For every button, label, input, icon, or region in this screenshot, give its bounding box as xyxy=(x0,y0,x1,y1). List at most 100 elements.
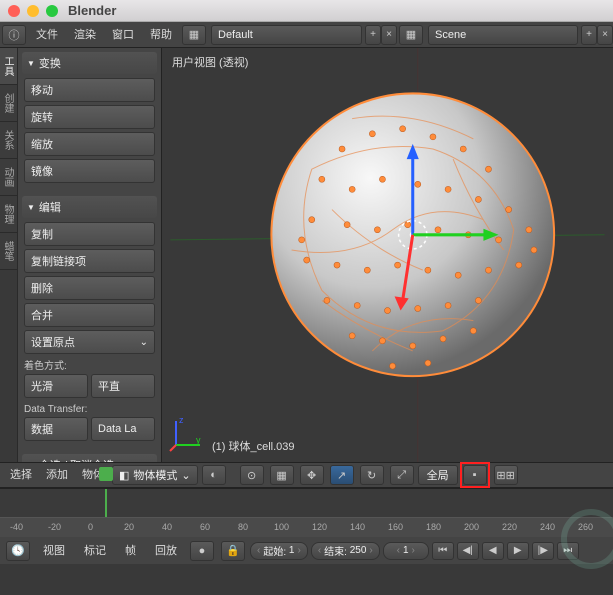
keyframe-next-button[interactable]: |▶ xyxy=(532,542,554,560)
orientation-selector[interactable]: 全局 xyxy=(418,465,458,485)
start-frame-field[interactable]: 起始: 1 xyxy=(250,542,308,560)
tab-grease[interactable]: 蜡笔 xyxy=(0,233,17,270)
cube-icon: ◧ xyxy=(119,469,129,482)
tab-create[interactable]: 创建 xyxy=(0,85,17,122)
menu-help[interactable]: 帮助 xyxy=(142,22,180,48)
tick: 160 xyxy=(388,522,403,532)
highlighted-layer-button: ▪ xyxy=(460,462,490,488)
panel-header-edit[interactable]: 编辑 xyxy=(22,196,157,218)
play-button[interactable]: ▶ xyxy=(507,542,529,560)
layer-button[interactable]: ▪ xyxy=(463,465,487,485)
tick: 220 xyxy=(502,522,517,532)
layout-add-button[interactable]: + xyxy=(365,25,381,45)
scene-add-button[interactable]: + xyxy=(581,25,597,45)
traffic-lights xyxy=(8,5,58,17)
data-button[interactable]: 数据 xyxy=(24,417,88,441)
mirror-button[interactable]: 镜像 xyxy=(24,159,155,183)
layout-name: Default xyxy=(218,29,253,41)
viewport-label: 用户视图 (透视) xyxy=(172,54,248,70)
view3d-menu-add[interactable]: 添加 xyxy=(40,462,74,488)
viewport-canvas xyxy=(162,48,613,462)
jump-end-button[interactable]: ⏭ xyxy=(557,542,579,560)
set-origin-dropdown[interactable]: 设置原点 xyxy=(24,330,155,354)
tick: 240 xyxy=(540,522,555,532)
manipulator-rotate-icon[interactable]: ↻ xyxy=(360,465,384,485)
shade-smooth-button[interactable]: 光滑 xyxy=(24,374,88,398)
menu-window[interactable]: 窗口 xyxy=(104,22,142,48)
tick: 80 xyxy=(238,522,248,532)
scene-name: Scene xyxy=(435,29,466,41)
timeline-menu-view[interactable]: 视图 xyxy=(35,538,73,564)
mode-label: 物体模式 xyxy=(133,467,177,483)
timeline-track[interactable] xyxy=(0,489,613,517)
play-reverse-button[interactable]: ◀ xyxy=(482,542,504,560)
info-header: ⓘ 文件 渲染 窗口 帮助 ▦ Default + × ▦ Scene + × xyxy=(0,22,613,48)
tick: 120 xyxy=(312,522,327,532)
menu-render[interactable]: 渲染 xyxy=(66,22,104,48)
editor-type-icon[interactable]: ⓘ xyxy=(2,25,26,45)
scene-selector[interactable]: Scene xyxy=(428,25,578,45)
scale-button[interactable]: 缩放 xyxy=(24,132,155,156)
tick: -40 xyxy=(10,522,23,532)
lock-range-icon[interactable]: 🔒 xyxy=(221,541,245,561)
close-window-button[interactable] xyxy=(8,5,20,17)
jump-start-button[interactable]: ⏮ xyxy=(432,542,454,560)
delete-button[interactable]: 删除 xyxy=(24,276,155,300)
tick: 200 xyxy=(464,522,479,532)
scene-browse-icon[interactable]: ▦ xyxy=(399,25,423,45)
timeline-menu-frame[interactable]: 帧 xyxy=(117,538,144,564)
pivot-icon[interactable]: ⊙ xyxy=(240,465,264,485)
move-button[interactable]: 移动 xyxy=(24,78,155,102)
shading-label: 着色方式: xyxy=(24,357,155,372)
timeline-header: 🕓 视图 标记 帧 回放 ● 🔒 起始: 1 结束: 250 1 ⏮ ◀| ◀ … xyxy=(0,536,613,564)
shade-flat-button[interactable]: 平直 xyxy=(91,374,155,398)
manipulator-icon[interactable]: ✥ xyxy=(300,465,324,485)
tool-tabs: 工具 创建 关系 动画 物理 蜡笔 xyxy=(0,48,18,462)
layers-icon[interactable]: ▦ xyxy=(270,465,294,485)
view3d-menu-select[interactable]: 选择 xyxy=(4,462,38,488)
tick: 60 xyxy=(200,522,210,532)
timeline-menu-marker[interactable]: 标记 xyxy=(76,538,114,564)
timeline-menu-playback[interactable]: 回放 xyxy=(147,538,185,564)
panel-header-transform[interactable]: 变换 xyxy=(22,52,157,74)
layout-remove-button[interactable]: × xyxy=(381,25,397,45)
playhead[interactable] xyxy=(105,489,107,517)
chevron-down-icon: ⌄ xyxy=(181,469,190,482)
data-layout-button[interactable]: Data La xyxy=(91,417,155,441)
timeline-editor: -40 -20 0 20 40 60 80 100 120 140 160 18… xyxy=(0,488,613,536)
rotate-button[interactable]: 旋转 xyxy=(24,105,155,129)
tick: 100 xyxy=(274,522,289,532)
menu-file[interactable]: 文件 xyxy=(28,22,66,48)
join-button[interactable]: 合并 xyxy=(24,303,155,327)
active-object-label: (1) 球体_cell.039 xyxy=(212,438,295,454)
svg-text:y: y xyxy=(196,435,201,445)
manipulator-scale-icon[interactable]: ⤢ xyxy=(390,465,414,485)
svg-text:z: z xyxy=(179,415,184,425)
tab-tools[interactable]: 工具 xyxy=(0,48,17,85)
layout-selector[interactable]: Default xyxy=(211,25,362,45)
tab-physics[interactable]: 物理 xyxy=(0,196,17,233)
tab-relations[interactable]: 关系 xyxy=(0,122,17,159)
viewport-3d[interactable]: 用户视图 (透视) xyxy=(162,48,613,462)
minimize-window-button[interactable] xyxy=(27,5,39,17)
duplicate-linked-button[interactable]: 复制链接项 xyxy=(24,249,155,273)
panel-header-selectall[interactable]: 全选 / 取消全选 xyxy=(22,454,157,462)
duplicate-button[interactable]: 复制 xyxy=(24,222,155,246)
mode-selector[interactable]: ◧ 物体模式 ⌄ xyxy=(112,465,198,485)
current-frame-field[interactable]: 1 xyxy=(383,542,429,560)
layer-grid-icon[interactable]: ⊞⊞ xyxy=(494,465,518,485)
auto-keyframe-icon[interactable]: ● xyxy=(190,541,214,561)
shading-mode-icon[interactable]: ◐ xyxy=(202,465,226,485)
timeline-ruler[interactable]: -40 -20 0 20 40 60 80 100 120 140 160 18… xyxy=(0,517,613,537)
tick: 180 xyxy=(426,522,441,532)
keyframe-prev-button[interactable]: ◀| xyxy=(457,542,479,560)
window-title: Blender xyxy=(68,3,116,18)
timeline-editor-type-icon[interactable]: 🕓 xyxy=(6,541,30,561)
view3d-header: 选择 添加 物体 ◧ 物体模式 ⌄ ◐ ⊙ ▦ ✥ ↗ ↻ ⤢ 全局 ▪ ⊞⊞ xyxy=(0,462,613,488)
manipulator-translate-icon[interactable]: ↗ xyxy=(330,465,354,485)
screen-layout-browse-icon[interactable]: ▦ xyxy=(182,25,206,45)
scene-remove-button[interactable]: × xyxy=(597,25,613,45)
tab-animation[interactable]: 动画 xyxy=(0,159,17,196)
end-frame-field[interactable]: 结束: 250 xyxy=(311,542,380,560)
maximize-window-button[interactable] xyxy=(46,5,58,17)
